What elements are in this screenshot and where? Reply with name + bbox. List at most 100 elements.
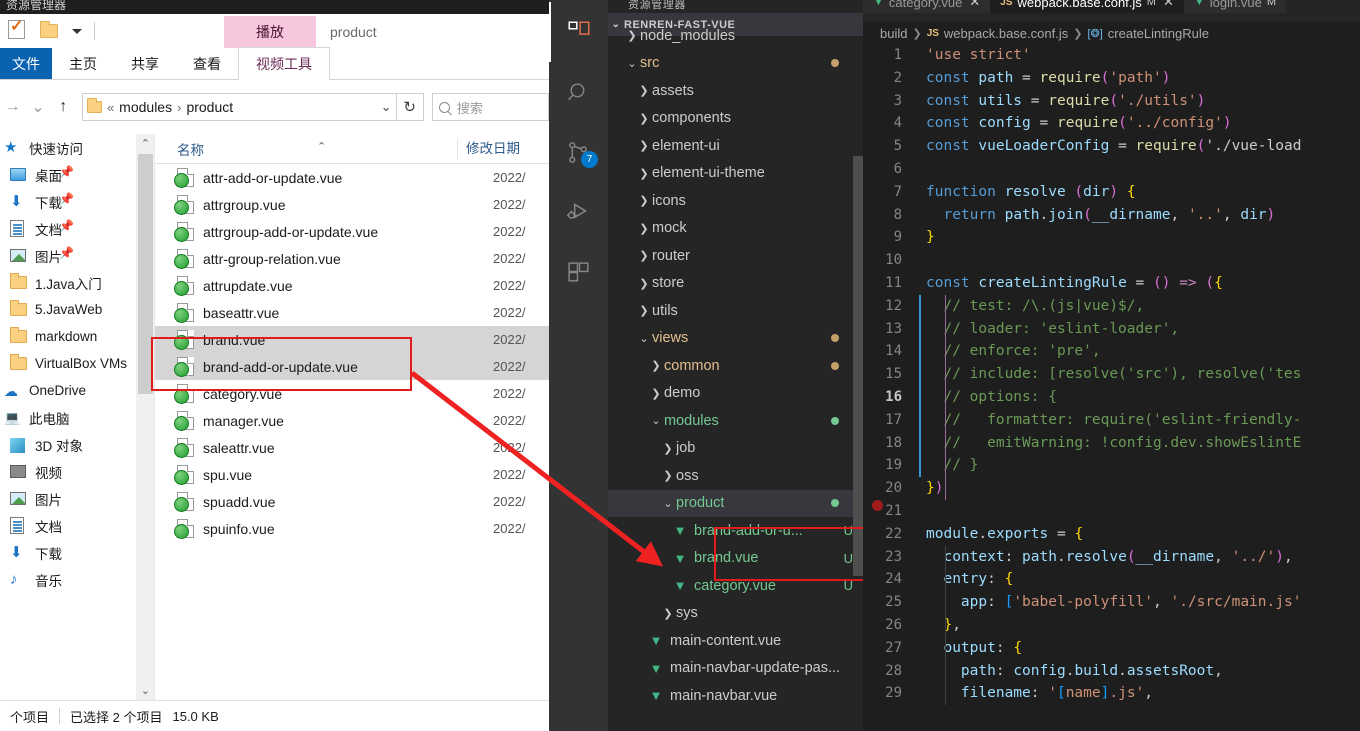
tree-item-element-ui[interactable]: ❯ element-ui bbox=[608, 132, 863, 160]
chevron-down-icon[interactable]: ⌄ bbox=[624, 57, 640, 70]
tree-item-category-vue[interactable]: ▼ category.vue U bbox=[608, 572, 863, 600]
code-line[interactable]: 26 }, bbox=[863, 614, 1360, 637]
nav-item[interactable]: 文档 📌 bbox=[0, 215, 136, 242]
tree-item-modules[interactable]: ⌄ modules bbox=[608, 407, 863, 435]
code-line[interactable]: 5 const vueLoaderConfig = require('./vue-… bbox=[863, 135, 1360, 158]
tree-item-element-ui-theme[interactable]: ❯ element-ui-theme bbox=[608, 160, 863, 188]
chevron-down-icon[interactable] bbox=[72, 28, 82, 34]
tree-item-common[interactable]: ❯ common bbox=[608, 352, 863, 380]
chevron-right-icon[interactable]: ❯ bbox=[624, 29, 640, 42]
address-overflow-icon[interactable]: « bbox=[105, 100, 116, 115]
code-editor[interactable]: 1 'use strict' 2 const path = require('path… bbox=[863, 44, 1360, 706]
search-input[interactable]: 搜索 bbox=[431, 93, 549, 121]
code-line[interactable]: 1 'use strict' bbox=[863, 44, 1360, 67]
code-line[interactable]: 25 app: ['babel-polyfill', './src/main.j… bbox=[863, 591, 1360, 614]
file-row[interactable]: saleattr.vue 2022/ bbox=[155, 434, 549, 461]
recent-chevron-down-icon[interactable]: ⌄ bbox=[25, 94, 50, 120]
nav-item[interactable]: 💻 此电脑 bbox=[0, 404, 136, 431]
address-dropdown-icon[interactable]: ⌄ bbox=[381, 99, 392, 115]
close-icon[interactable]: ✕ bbox=[969, 0, 980, 10]
code-line[interactable]: 24 entry: { bbox=[863, 568, 1360, 591]
column-header-date[interactable]: 修改日期 bbox=[457, 138, 520, 159]
nav-item[interactable]: ⬇ 下载 bbox=[0, 539, 136, 566]
close-icon[interactable]: ✕ bbox=[1163, 0, 1174, 10]
tree-item-main-content-vue[interactable]: ▼ main-content.vue bbox=[608, 627, 863, 655]
tree-item-components[interactable]: ❯ components bbox=[608, 105, 863, 133]
tree-item-sys[interactable]: ❯ sys bbox=[608, 600, 863, 628]
file-row[interactable]: attr-group-relation.vue 2022/ bbox=[155, 245, 549, 272]
new-folder-icon[interactable] bbox=[40, 20, 62, 42]
file-row[interactable]: brand.vue 2022/ bbox=[155, 326, 549, 353]
chevron-right-icon[interactable]: ❯ bbox=[660, 442, 676, 455]
ribbon-tab-home[interactable]: 主页 bbox=[52, 48, 114, 79]
breadcrumb-product[interactable]: product bbox=[183, 99, 236, 115]
code-line[interactable]: 7 function resolve (dir) { bbox=[863, 181, 1360, 204]
tree-item-oss[interactable]: ❯ oss bbox=[608, 462, 863, 490]
code-line[interactable]: 10 bbox=[863, 249, 1360, 272]
nav-item[interactable]: 视频 bbox=[0, 458, 136, 485]
nav-item[interactable]: 图片 bbox=[0, 485, 136, 512]
file-row[interactable]: attrupdate.vue 2022/ bbox=[155, 272, 549, 299]
code-line[interactable]: 20}) bbox=[863, 477, 1360, 500]
ribbon-tab-view[interactable]: 查看 bbox=[176, 48, 238, 79]
nav-item[interactable]: VirtualBox VMs bbox=[0, 350, 136, 377]
tree-item-node-modules[interactable]: ❯ node_modules bbox=[608, 22, 863, 50]
file-row[interactable]: attrgroup-add-or-update.vue 2022/ bbox=[155, 218, 549, 245]
breakpoint-icon[interactable] bbox=[872, 499, 883, 511]
sidebar-scrollbar[interactable] bbox=[853, 156, 863, 576]
code-line[interactable]: 15 // include: [resolve('src'), resolve(… bbox=[863, 363, 1360, 386]
chevron-right-icon[interactable]: ❯ bbox=[636, 222, 652, 235]
tree-item-utils[interactable]: ❯ utils bbox=[608, 297, 863, 325]
chevron-right-icon[interactable]: ❯ bbox=[648, 387, 664, 400]
tree-item-main-navbar-update-pas-[interactable]: ▼ main-navbar-update-pas... bbox=[608, 655, 863, 683]
up-arrow-icon[interactable]: ↑ bbox=[51, 94, 76, 120]
code-line[interactable]: 2 const path = require('path') bbox=[863, 67, 1360, 90]
nav-item[interactable]: ★ 快速访问 bbox=[0, 134, 136, 161]
code-line[interactable]: 17 // formatter: require('eslint-friendl… bbox=[863, 409, 1360, 432]
activity-explorer-icon[interactable] bbox=[549, 2, 608, 62]
code-line[interactable]: 29 filename: '[name].js', bbox=[863, 682, 1360, 705]
scrollbar-thumb[interactable] bbox=[138, 154, 153, 394]
nav-item[interactable]: ⬇ 下载 📌 bbox=[0, 188, 136, 215]
activity-run-debug-icon[interactable] bbox=[549, 182, 608, 242]
code-line[interactable]: 9} bbox=[863, 226, 1360, 249]
tree-item-job[interactable]: ❯ job bbox=[608, 435, 863, 463]
code-line[interactable]: 18 // emitWarning: !config.dev.showEslin… bbox=[863, 432, 1360, 455]
code-line[interactable]: 4 const config = require('../config') bbox=[863, 112, 1360, 135]
chevron-right-icon[interactable]: ❯ bbox=[636, 167, 652, 180]
breadcrumb-build[interactable]: build bbox=[880, 26, 907, 41]
chevron-right-icon[interactable]: ❯ bbox=[636, 139, 652, 152]
chevron-right-icon[interactable]: ❯ bbox=[660, 469, 676, 482]
forward-arrow-icon[interactable]: → bbox=[0, 94, 25, 120]
chevron-right-icon[interactable]: ❯ bbox=[636, 277, 652, 290]
code-line[interactable]: 23 context: path.resolve(__dirname, '../… bbox=[863, 546, 1360, 569]
file-row[interactable]: spuinfo.vue 2022/ bbox=[155, 515, 549, 542]
chevron-down-icon[interactable]: ⌄ bbox=[648, 414, 664, 427]
tree-item-product[interactable]: ⌄ product bbox=[608, 489, 863, 517]
refresh-icon[interactable]: ↻ bbox=[396, 93, 424, 121]
code-line[interactable]: 6 bbox=[863, 158, 1360, 181]
file-row[interactable]: spuadd.vue 2022/ bbox=[155, 488, 549, 515]
chevron-right-icon[interactable]: ❯ bbox=[636, 304, 652, 317]
code-line[interactable]: 28 path: config.build.assetsRoot, bbox=[863, 660, 1360, 683]
nav-item[interactable]: 文档 bbox=[0, 512, 136, 539]
file-row[interactable]: brand-add-or-update.vue 2022/ bbox=[155, 353, 549, 380]
tree-item-icons[interactable]: ❯ icons bbox=[608, 187, 863, 215]
tree-item-main-navbar-vue[interactable]: ▼ main-navbar.vue bbox=[608, 682, 863, 710]
file-row[interactable]: category.vue 2022/ bbox=[155, 380, 549, 407]
code-line[interactable]: 21 bbox=[863, 499, 1360, 523]
activity-search-icon[interactable] bbox=[549, 62, 608, 122]
file-row[interactable]: manager.vue 2022/ bbox=[155, 407, 549, 434]
ribbon-tab-video-tools[interactable]: 视频工具 bbox=[238, 47, 330, 80]
breadcrumb-modules[interactable]: modules bbox=[116, 99, 175, 115]
tab-webpack-base-conf-js[interactable]: JS webpack.base.conf.js M ✕ bbox=[990, 0, 1184, 13]
tree-item-brand-vue[interactable]: ▼ brand.vue U bbox=[608, 545, 863, 573]
chevron-right-icon[interactable]: ❯ bbox=[660, 607, 676, 620]
code-line[interactable]: 13 // loader: 'eslint-loader', bbox=[863, 318, 1360, 341]
tab-login-vue[interactable]: ▼ login.vue M bbox=[1183, 0, 1286, 13]
tree-item-views[interactable]: ⌄ views bbox=[608, 325, 863, 353]
code-line[interactable]: 19 // } bbox=[863, 454, 1360, 477]
code-line[interactable]: 22 module.exports = { bbox=[863, 523, 1360, 546]
contextual-tab-play[interactable]: 播放 bbox=[224, 16, 316, 48]
tree-item-store[interactable]: ❯ store bbox=[608, 270, 863, 298]
